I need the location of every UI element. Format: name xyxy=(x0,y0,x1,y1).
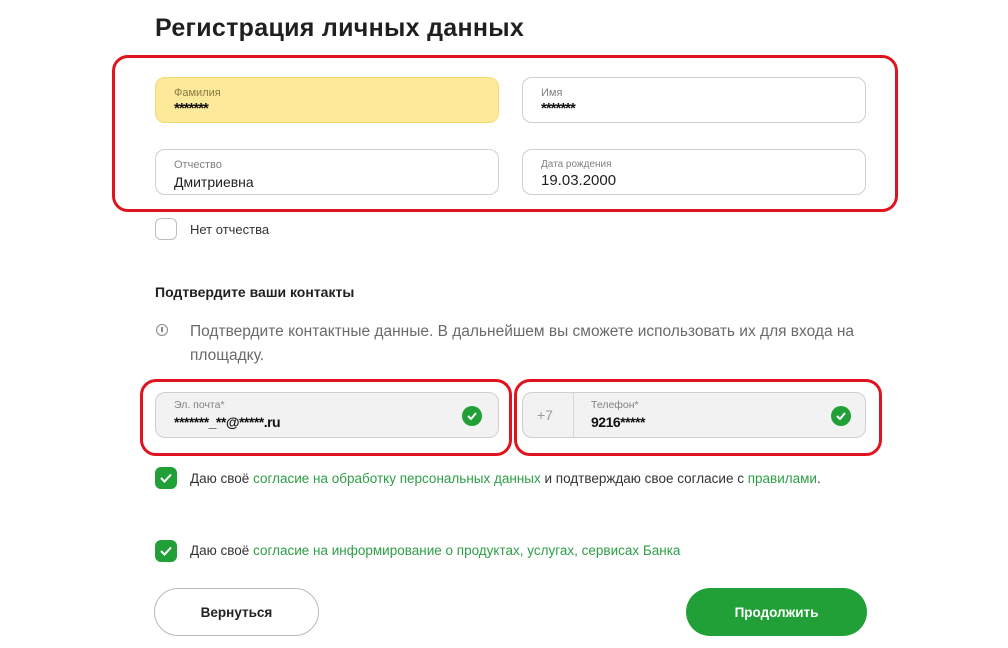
consent-1-suffix: . xyxy=(816,471,821,486)
email-field[interactable]: Эл. почта* *******_**@*****.ru xyxy=(155,392,499,438)
no-patronymic-label: Нет отчества xyxy=(190,222,270,237)
surname-field[interactable]: Фамилия ******* xyxy=(155,77,499,123)
phone-value: 9216***** xyxy=(591,414,645,430)
check-icon xyxy=(160,473,172,483)
consent-2-prefix: Даю своё xyxy=(190,543,254,558)
patronymic-value: Дмитриевна xyxy=(174,174,254,190)
patronymic-field[interactable]: Отчество Дмитриевна xyxy=(155,149,499,195)
surname-value: ******* xyxy=(174,100,209,117)
personal-data-consent-link[interactable]: согласие на обработку персональных данны… xyxy=(253,471,541,486)
name-label: Имя xyxy=(541,87,563,99)
info-icon xyxy=(156,324,168,336)
birthdate-value: 19.03.2000 xyxy=(541,172,617,189)
consent-marketing-checkbox[interactable] xyxy=(155,540,177,562)
surname-label: Фамилия xyxy=(174,87,221,99)
name-field[interactable]: Имя ******* xyxy=(522,77,866,123)
email-value: *******_**@*****.ru xyxy=(174,414,281,430)
name-value: ******* xyxy=(541,100,576,117)
phone-field[interactable]: +7 Телефон* 9216***** xyxy=(522,392,866,438)
marketing-consent-link[interactable]: согласие на информирование о продуктах, … xyxy=(253,543,680,558)
email-label: Эл. почта* xyxy=(174,399,225,411)
patronymic-label: Отчество xyxy=(174,159,222,171)
contacts-info-text: Подтвердите контактные данные. В дальней… xyxy=(190,323,855,364)
consent-1-prefix: Даю своё xyxy=(190,471,254,486)
consent-1-middle: и подтверждаю свое согласие с xyxy=(540,471,748,486)
phone-verified-icon xyxy=(831,406,851,426)
birthdate-label: Дата рождения xyxy=(541,159,612,170)
consent-personal-data-checkbox[interactable] xyxy=(155,467,177,489)
contacts-heading: Подтвердите ваши контакты xyxy=(155,284,355,300)
continue-button[interactable]: Продолжить xyxy=(686,588,867,636)
email-verified-icon xyxy=(462,406,482,426)
consent-marketing-text: Даю своё согласие на информирование о пр… xyxy=(190,538,890,564)
phone-prefix: +7 xyxy=(537,393,574,437)
no-patronymic-checkbox[interactable] xyxy=(155,218,177,240)
check-icon xyxy=(160,546,172,556)
birthdate-field[interactable]: Дата рождения 19.03.2000 xyxy=(522,149,866,195)
phone-label: Телефон* xyxy=(591,399,639,411)
rules-link[interactable]: правилами xyxy=(748,471,817,486)
back-button[interactable]: Вернуться xyxy=(154,588,319,636)
consent-personal-data-text: Даю своё согласие на обработку персональ… xyxy=(190,466,870,492)
page-title: Регистрация личных данных xyxy=(155,14,525,42)
